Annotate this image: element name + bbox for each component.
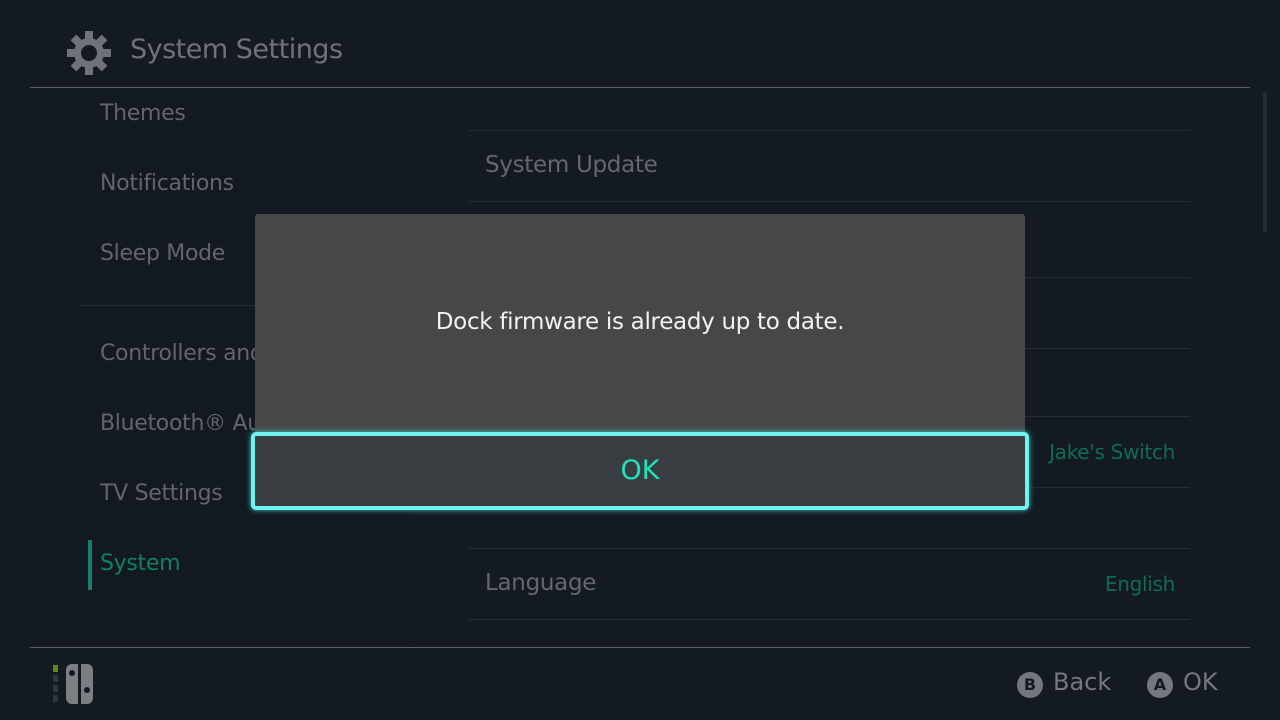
sidebar-item-sleep-mode[interactable]: Sleep Mode [100, 241, 225, 266]
sidebar-item-tv-settings[interactable]: TV Settings [100, 481, 223, 506]
footer-ok-button[interactable]: OK [1183, 668, 1218, 696]
dialog: Dock firmware is already up to date. [255, 214, 1025, 444]
b-button-icon: B [1017, 672, 1043, 698]
a-button-icon: A [1147, 672, 1173, 698]
page-title: System Settings [130, 34, 343, 65]
dialog-message: Dock firmware is already up to date. [435, 309, 845, 335]
scrollbar[interactable] [1263, 92, 1267, 232]
dialog-ok-button[interactable]: OK [251, 432, 1029, 510]
row-divider [468, 619, 1190, 620]
gear-icon [67, 31, 111, 75]
row-system-update[interactable]: System Update [485, 152, 658, 178]
joycon-icon [53, 664, 93, 704]
language-value: English [1104, 572, 1175, 596]
sidebar-item-system[interactable]: System [100, 551, 181, 576]
sidebar-item-notifications[interactable]: Notifications [100, 171, 234, 196]
row-language[interactable]: Language [485, 570, 596, 596]
back-button[interactable]: Back [1053, 668, 1111, 696]
row-divider [468, 201, 1190, 202]
row-divider [468, 130, 1190, 131]
sidebar-item-themes[interactable]: Themes [100, 101, 186, 126]
footer-divider [30, 647, 1250, 648]
selection-indicator [88, 540, 92, 590]
row-divider [468, 548, 1190, 549]
console-name-value: Jake's Switch [1049, 440, 1175, 464]
